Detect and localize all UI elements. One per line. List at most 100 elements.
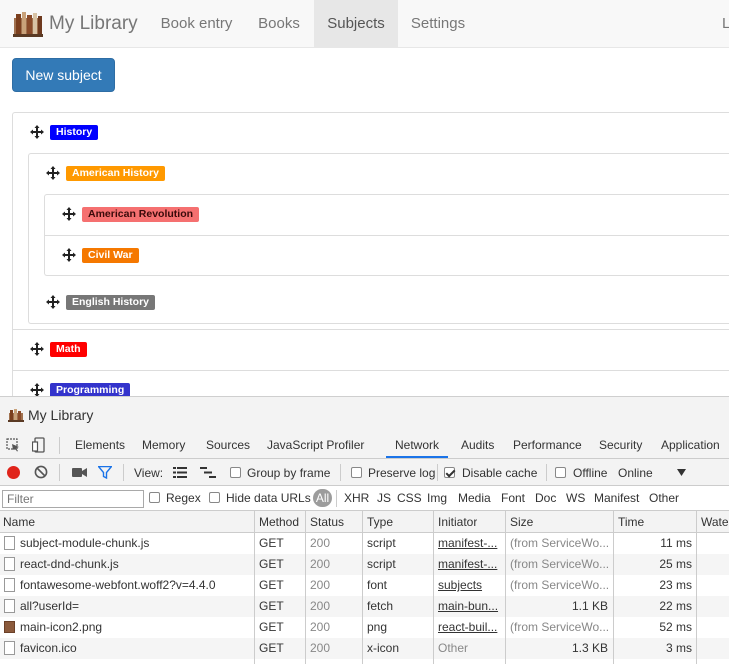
cell-initiator[interactable]: subjects (438, 575, 500, 596)
chevron-down-icon[interactable] (677, 469, 686, 476)
tab-performance[interactable]: Performance (513, 433, 582, 458)
cell-initiator[interactable]: manifest-... (438, 533, 500, 554)
tab-network[interactable]: Network (386, 433, 449, 458)
cell-size: (from ServiceWo... (510, 536, 608, 550)
hide-data-urls-label: Hide data URLs (226, 491, 311, 505)
cell-name[interactable]: fontawesome-webfont.woff2?v=4.4.0 (20, 575, 252, 596)
cell-initiator[interactable]: manifest-... (438, 554, 500, 575)
drag-handle-icon[interactable] (30, 383, 44, 397)
disable-cache-checkbox[interactable] (444, 467, 455, 478)
toolbar-separator (123, 464, 124, 481)
drag-handle-icon[interactable] (62, 248, 76, 262)
column-header-status[interactable]: Status (310, 511, 344, 532)
cell-size: 1.1 KB (571, 599, 608, 613)
tab-memory[interactable]: Memory (142, 433, 185, 458)
offline-checkbox[interactable] (555, 467, 566, 478)
regex-checkbox[interactable] (149, 492, 160, 503)
drag-handle-icon[interactable] (62, 207, 76, 221)
filter-type-xhr[interactable]: XHR (344, 491, 369, 505)
table-row[interactable]: main-icon2.png GET 200 png react-buil... (fro… (0, 617, 729, 638)
drag-handle-icon[interactable] (30, 342, 44, 356)
filter-type-css[interactable]: CSS (397, 491, 422, 505)
filter-type-ws[interactable]: WS (566, 491, 585, 505)
toolbar-separator (59, 437, 60, 454)
document-file-icon (4, 599, 15, 613)
filter-type-js[interactable]: JS (377, 491, 391, 505)
document-file-icon (4, 557, 15, 571)
drag-handle-icon[interactable] (46, 166, 60, 180)
drag-handle-icon[interactable] (30, 125, 44, 139)
cell-initiator[interactable]: react-buil... (438, 617, 500, 638)
cell-name[interactable]: main-icon2.png (20, 617, 252, 638)
tab-elements[interactable]: Elements (75, 433, 125, 458)
throttling-select[interactable]: Online (618, 466, 653, 480)
screenshot-camera-icon[interactable] (72, 467, 87, 478)
subject-label-american-history[interactable]: American History (66, 166, 165, 181)
nav-settings[interactable]: Settings (398, 0, 478, 47)
filter-type-doc[interactable]: Doc (535, 491, 556, 505)
nav-books[interactable]: Books (245, 0, 313, 47)
group-by-frame-checkbox[interactable] (230, 467, 241, 478)
column-header-name[interactable]: Name (3, 511, 35, 532)
column-header-type[interactable]: Type (367, 511, 393, 532)
device-toolbar-icon[interactable] (32, 437, 46, 453)
cell-type: font (367, 578, 388, 592)
cell-name[interactable]: all?userId= (20, 596, 252, 617)
record-icon[interactable] (7, 466, 20, 479)
filter-type-all[interactable]: All (313, 489, 332, 507)
cell-size: 1.3 KB (571, 641, 608, 655)
filter-type-other[interactable]: Other (649, 491, 679, 505)
tab-sources[interactable]: Sources (206, 433, 250, 458)
tab-application[interactable]: Application (661, 433, 720, 458)
tab-audits[interactable]: Audits (461, 433, 494, 458)
table-row[interactable]: favicon.ico GET 200 x-icon Other 1.3 KB 3 ms (0, 638, 729, 659)
brand[interactable]: My Library (12, 8, 138, 40)
large-rows-icon[interactable] (173, 467, 187, 478)
column-header-waterfall[interactable]: Wate (701, 511, 729, 532)
cell-type: png (367, 620, 388, 634)
cell-status: 200 (310, 557, 331, 571)
table-row[interactable]: all?userId= GET 200 fetch main-bun... 1.1 KB 2… (0, 596, 729, 617)
filter-funnel-icon[interactable] (98, 466, 112, 479)
column-header-method[interactable]: Method (259, 511, 299, 532)
subject-label-civil-war[interactable]: Civil War (82, 248, 139, 263)
drag-handle-icon[interactable] (46, 295, 60, 309)
offline-label: Offline (573, 466, 608, 480)
table-row[interactable]: react-dnd-chunk.js GET 200 script manifest-.… (0, 554, 729, 575)
nav-item-truncated[interactable]: L (722, 0, 729, 47)
filter-type-img[interactable]: Img (427, 491, 447, 505)
inspect-element-icon[interactable] (6, 438, 20, 452)
waterfall-overview-icon[interactable] (200, 467, 216, 478)
hide-data-urls-checkbox[interactable] (209, 492, 220, 503)
cell-status: 200 (310, 599, 331, 613)
cell-initiator[interactable]: main-bun... (438, 596, 500, 617)
nav-book-entry[interactable]: Book entry (150, 0, 243, 47)
regex-label: Regex (166, 491, 201, 505)
preserve-log-checkbox[interactable] (351, 467, 362, 478)
cell-name[interactable]: react-dnd-chunk.js (20, 554, 252, 575)
filter-type-font[interactable]: Font (501, 491, 525, 505)
filter-input[interactable] (2, 490, 144, 508)
new-subject-button[interactable]: New subject (12, 58, 115, 92)
column-header-size[interactable]: Size (510, 511, 533, 532)
subject-label-american-revolution[interactable]: American Revolution (82, 207, 200, 222)
cell-method: GET (259, 557, 284, 571)
clear-icon[interactable] (34, 465, 48, 479)
cell-method: GET (259, 620, 284, 634)
document-file-icon (4, 578, 15, 592)
cell-name[interactable]: favicon.ico (20, 638, 252, 659)
nav-subjects[interactable]: Subjects (314, 0, 398, 47)
table-row[interactable]: fontawesome-webfont.woff2?v=4.4.0 GET 200 f… (0, 575, 729, 596)
subject-label-history[interactable]: History (50, 125, 99, 140)
tab-security[interactable]: Security (599, 433, 642, 458)
table-row[interactable]: subject-module-chunk.js GET 200 script manif… (0, 533, 729, 554)
column-header-initiator[interactable]: Initiator (438, 511, 477, 532)
view-label: View: (134, 466, 164, 480)
cell-name[interactable]: subject-module-chunk.js (20, 533, 252, 554)
column-header-time[interactable]: Time (618, 511, 644, 532)
filter-type-media[interactable]: Media (458, 491, 491, 505)
filter-type-manifest[interactable]: Manifest (594, 491, 639, 505)
subject-label-math[interactable]: Math (50, 342, 87, 357)
tab-javascript-profiler[interactable]: JavaScript Profiler (267, 433, 364, 458)
subject-label-english-history[interactable]: English History (66, 295, 156, 310)
